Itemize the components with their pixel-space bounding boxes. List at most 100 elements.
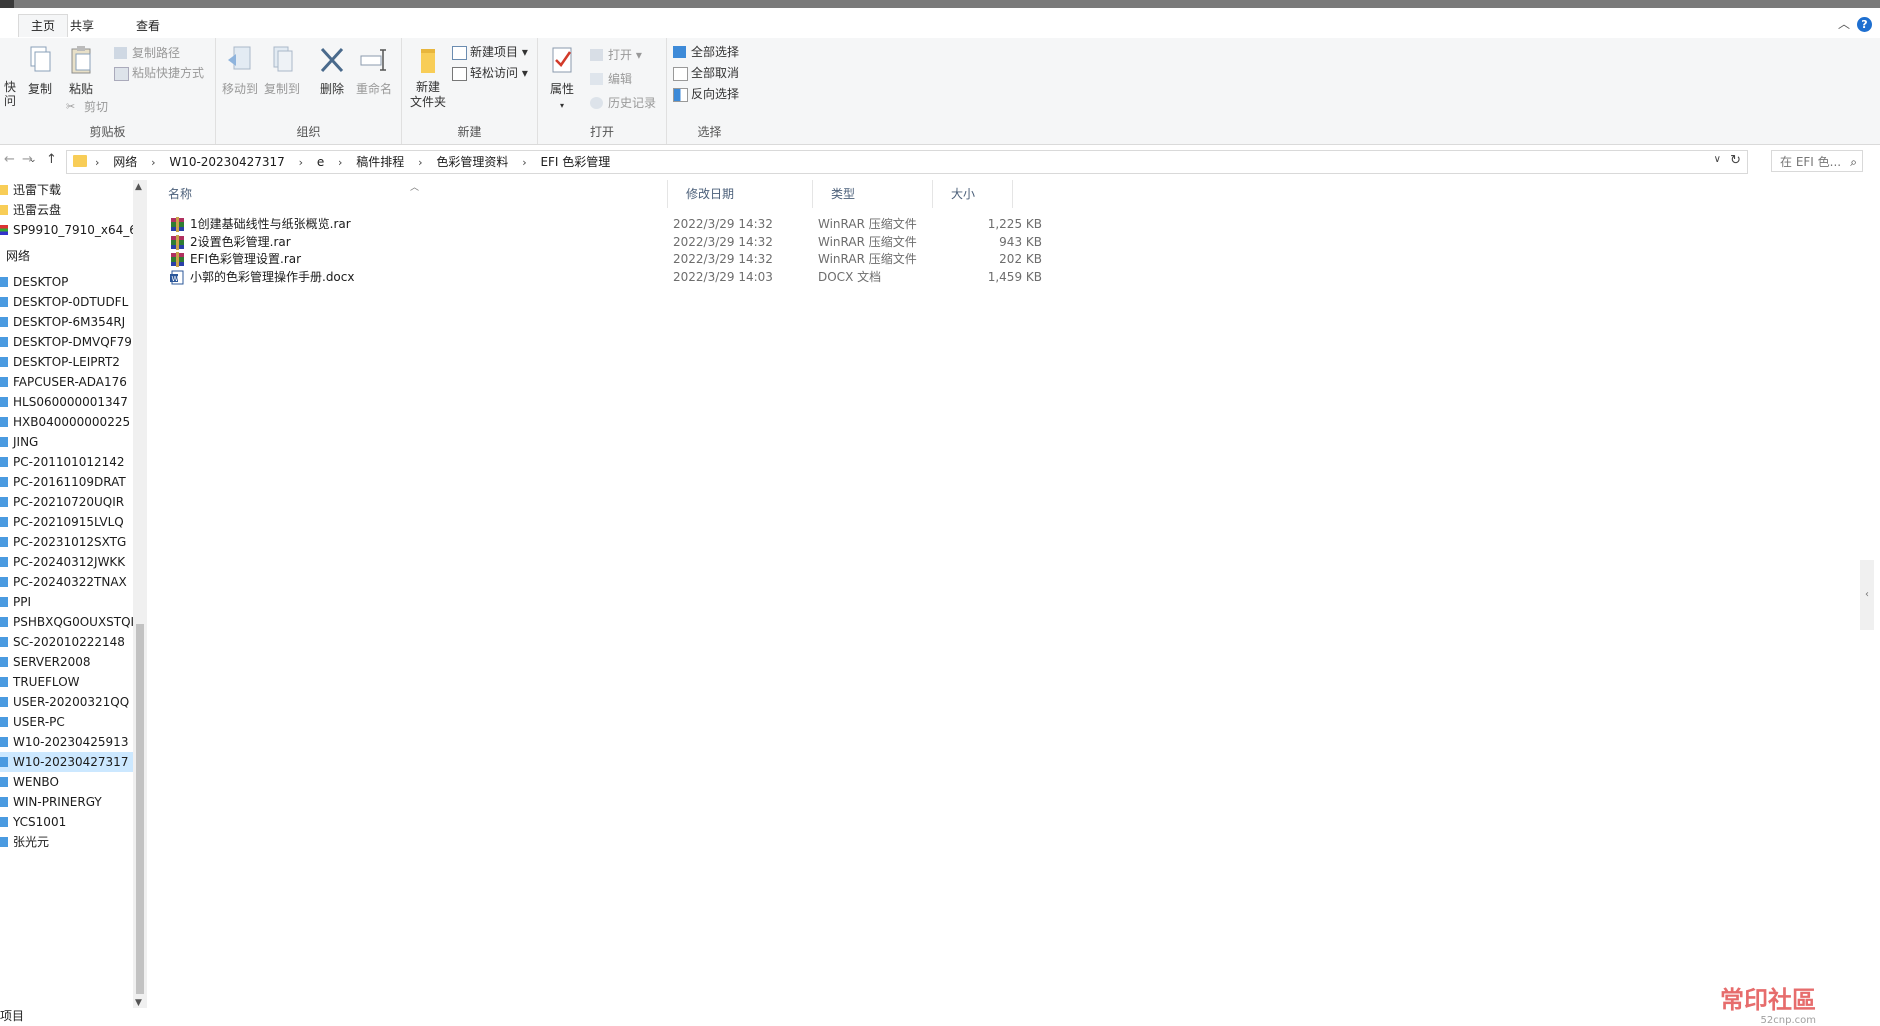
crumb-host[interactable]: W10-20230427317 <box>169 155 284 169</box>
paste-shortcut-icon <box>114 67 129 81</box>
tree-item[interactable]: USER-PC <box>0 712 133 732</box>
tree-item[interactable]: PC-20240312JWKK <box>0 552 133 572</box>
tree-item-label: SP9910_7910_x64_67 <box>13 223 133 237</box>
refresh-icon[interactable]: ↻ <box>1730 153 1741 168</box>
breadcrumb: › 网络 › W10-20230427317 › e › 稿件排程 › 色彩管理… <box>95 151 610 173</box>
crumb-folder-2[interactable]: 色彩管理资料 <box>436 155 508 169</box>
tree-item-label: DESKTOP <box>13 275 69 289</box>
tree-item[interactable]: DESKTOP-DMVQF79 <box>0 332 133 352</box>
breadcrumb-separator-icon[interactable]: › <box>338 152 342 174</box>
scroll-down-icon[interactable]: ▼ <box>135 998 142 1008</box>
new-folder-button[interactable]: 新建 文件夹 <box>408 44 448 110</box>
tree-item[interactable]: WENBO <box>0 772 133 792</box>
open-button[interactable]: 打开 ▾ <box>590 46 642 64</box>
up-arrow-icon[interactable]: ↑ <box>46 152 57 167</box>
scroll-thumb[interactable] <box>136 624 144 994</box>
rar-icon <box>170 217 185 232</box>
tree-item[interactable]: WIN-PRINERGY <box>0 792 133 812</box>
tree-item[interactable]: USER-20200321QQ <box>0 692 133 712</box>
search-input[interactable]: 在 EFI 色... ⌕ <box>1771 150 1863 172</box>
computer-icon <box>0 277 8 287</box>
file-name: 小郭的色彩管理操作手册.docx <box>190 269 355 284</box>
tree-item[interactable]: PC-201101012142 <box>0 452 133 472</box>
ribbon-tabs: 主页 共享 查看 ︿ ? <box>0 8 1880 39</box>
paste-shortcut-button[interactable]: 粘贴快捷方式 <box>114 64 204 82</box>
column-size[interactable]: 大小 <box>933 180 1013 208</box>
properties-button[interactable]: 属性 ▾ <box>542 44 582 111</box>
tree-item[interactable]: PC-20210915LVLQ <box>0 512 133 532</box>
tree-item[interactable]: PPI <box>0 592 133 612</box>
history-button[interactable]: 历史记录 <box>590 94 656 112</box>
select-all-button[interactable]: 全部选择 <box>673 43 739 61</box>
address-dropdown-icon[interactable]: ∨ <box>1714 154 1721 165</box>
tree-item[interactable]: HXB040000000225 <box>0 412 133 432</box>
crumb-network[interactable]: 网络 <box>113 155 137 169</box>
tree-item[interactable]: DESKTOP <box>0 272 133 292</box>
tree-item[interactable]: DESKTOP-6M354RJ <box>0 312 133 332</box>
navigation-scrollbar[interactable]: ▲ ▼ <box>133 180 147 1010</box>
select-none-button[interactable]: 全部取消 <box>673 64 739 82</box>
help-icon[interactable]: ? <box>1857 17 1872 32</box>
breadcrumb-separator-icon[interactable]: › <box>151 152 155 174</box>
tree-item[interactable]: PC-20161109DRAT <box>0 472 133 492</box>
tree-item[interactable]: SP9910_7910_x64_67 <box>0 220 133 240</box>
scissors-icon: ✂ <box>66 100 76 113</box>
file-row[interactable]: W 小郭的色彩管理操作手册.docx 2022/3/29 14:03 DOCX 文档 1… <box>150 267 1042 288</box>
new-item-button[interactable]: 新建项目 ▾ <box>452 43 528 61</box>
cut-button[interactable]: ✂ 剪切 <box>66 98 108 116</box>
recent-dropdown-icon[interactable]: ⌄ <box>29 155 37 165</box>
copy-button[interactable]: 复制 <box>20 44 60 97</box>
column-date[interactable]: 修改日期 <box>668 180 813 208</box>
collapse-ribbon-icon[interactable]: ︿ <box>1838 15 1850 32</box>
move-to-button[interactable]: 移动到 <box>220 44 260 97</box>
easy-access-button[interactable]: 轻松访问 ▾ <box>452 64 528 82</box>
delete-button[interactable]: 删除 <box>312 44 352 97</box>
tree-item[interactable]: YCS1001 <box>0 812 133 832</box>
rename-icon <box>358 44 390 76</box>
edit-button[interactable]: 编辑 <box>590 70 632 88</box>
invert-selection-button[interactable]: 反向选择 <box>673 85 739 103</box>
watermark-logo: 常印社區 52cnp.com <box>1720 985 1816 1026</box>
details-pane-toggle[interactable]: ‹ <box>1860 560 1874 630</box>
breadcrumb-separator-icon[interactable]: › <box>418 152 422 174</box>
copy-path-button[interactable]: 复制路径 <box>114 44 180 62</box>
computer-icon <box>0 617 8 627</box>
tree-item[interactable]: PC-20231012SXTG <box>0 532 133 552</box>
breadcrumb-separator-icon[interactable]: › <box>299 152 303 174</box>
scroll-up-icon[interactable]: ▲ <box>135 182 142 192</box>
tree-item[interactable]: DESKTOP-LEIPRT2 <box>0 352 133 372</box>
tab-view[interactable]: 查看 <box>124 15 172 37</box>
address-box[interactable]: › 网络 › W10-20230427317 › e › 稿件排程 › 色彩管理… <box>66 150 1748 174</box>
tree-item[interactable]: TRUEFLOW <box>0 672 133 692</box>
tree-item[interactable]: PSHBXQG0OUXSTQI <box>0 612 133 632</box>
crumb-share[interactable]: e <box>317 155 324 169</box>
crumb-folder-1[interactable]: 稿件排程 <box>356 155 404 169</box>
easy-access-icon <box>452 67 467 81</box>
breadcrumb-separator-icon[interactable]: › <box>522 152 526 174</box>
tree-item[interactable]: PC-20240322TNAX <box>0 572 133 592</box>
paste-button[interactable]: 粘贴 <box>61 44 101 97</box>
tree-item[interactable]: W10-20230425913 <box>0 732 133 752</box>
tree-item[interactable]: SC-202010222148 <box>0 632 133 652</box>
tree-item[interactable]: HLS060000001347 <box>0 392 133 412</box>
tree-item[interactable]: PC-20210720UQIR <box>0 492 133 512</box>
tree-item[interactable]: W10-20230427317 <box>0 752 133 772</box>
tree-item[interactable]: FAPCUSER-ADA176 <box>0 372 133 392</box>
tree-item[interactable]: 张光元 <box>0 832 133 852</box>
column-name[interactable]: 名称 ︿ <box>150 180 668 208</box>
tree-item[interactable]: SERVER2008 <box>0 652 133 672</box>
crumb-current[interactable]: EFI 色彩管理 <box>540 155 610 169</box>
tree-header-network[interactable]: 网络 <box>0 246 126 266</box>
tree-item[interactable]: JING <box>0 432 133 452</box>
pin-quick-access-button[interactable]: 快问 <box>0 44 18 108</box>
tree-item[interactable]: 迅雷云盘 <box>0 200 133 220</box>
rename-button[interactable]: 重命名 <box>354 44 394 97</box>
tree-item[interactable]: 迅雷下载 <box>0 180 133 200</box>
back-arrow-icon[interactable]: ← <box>4 152 15 167</box>
tree-item[interactable]: DESKTOP-0DTUDFL <box>0 292 133 312</box>
tab-share[interactable]: 共享 <box>58 15 106 37</box>
column-type[interactable]: 类型 <box>813 180 933 208</box>
tree-item-label: HLS060000001347 <box>13 395 128 409</box>
organize-group-label: 组织 <box>296 125 321 139</box>
copy-to-button[interactable]: 复制到 <box>262 44 302 97</box>
